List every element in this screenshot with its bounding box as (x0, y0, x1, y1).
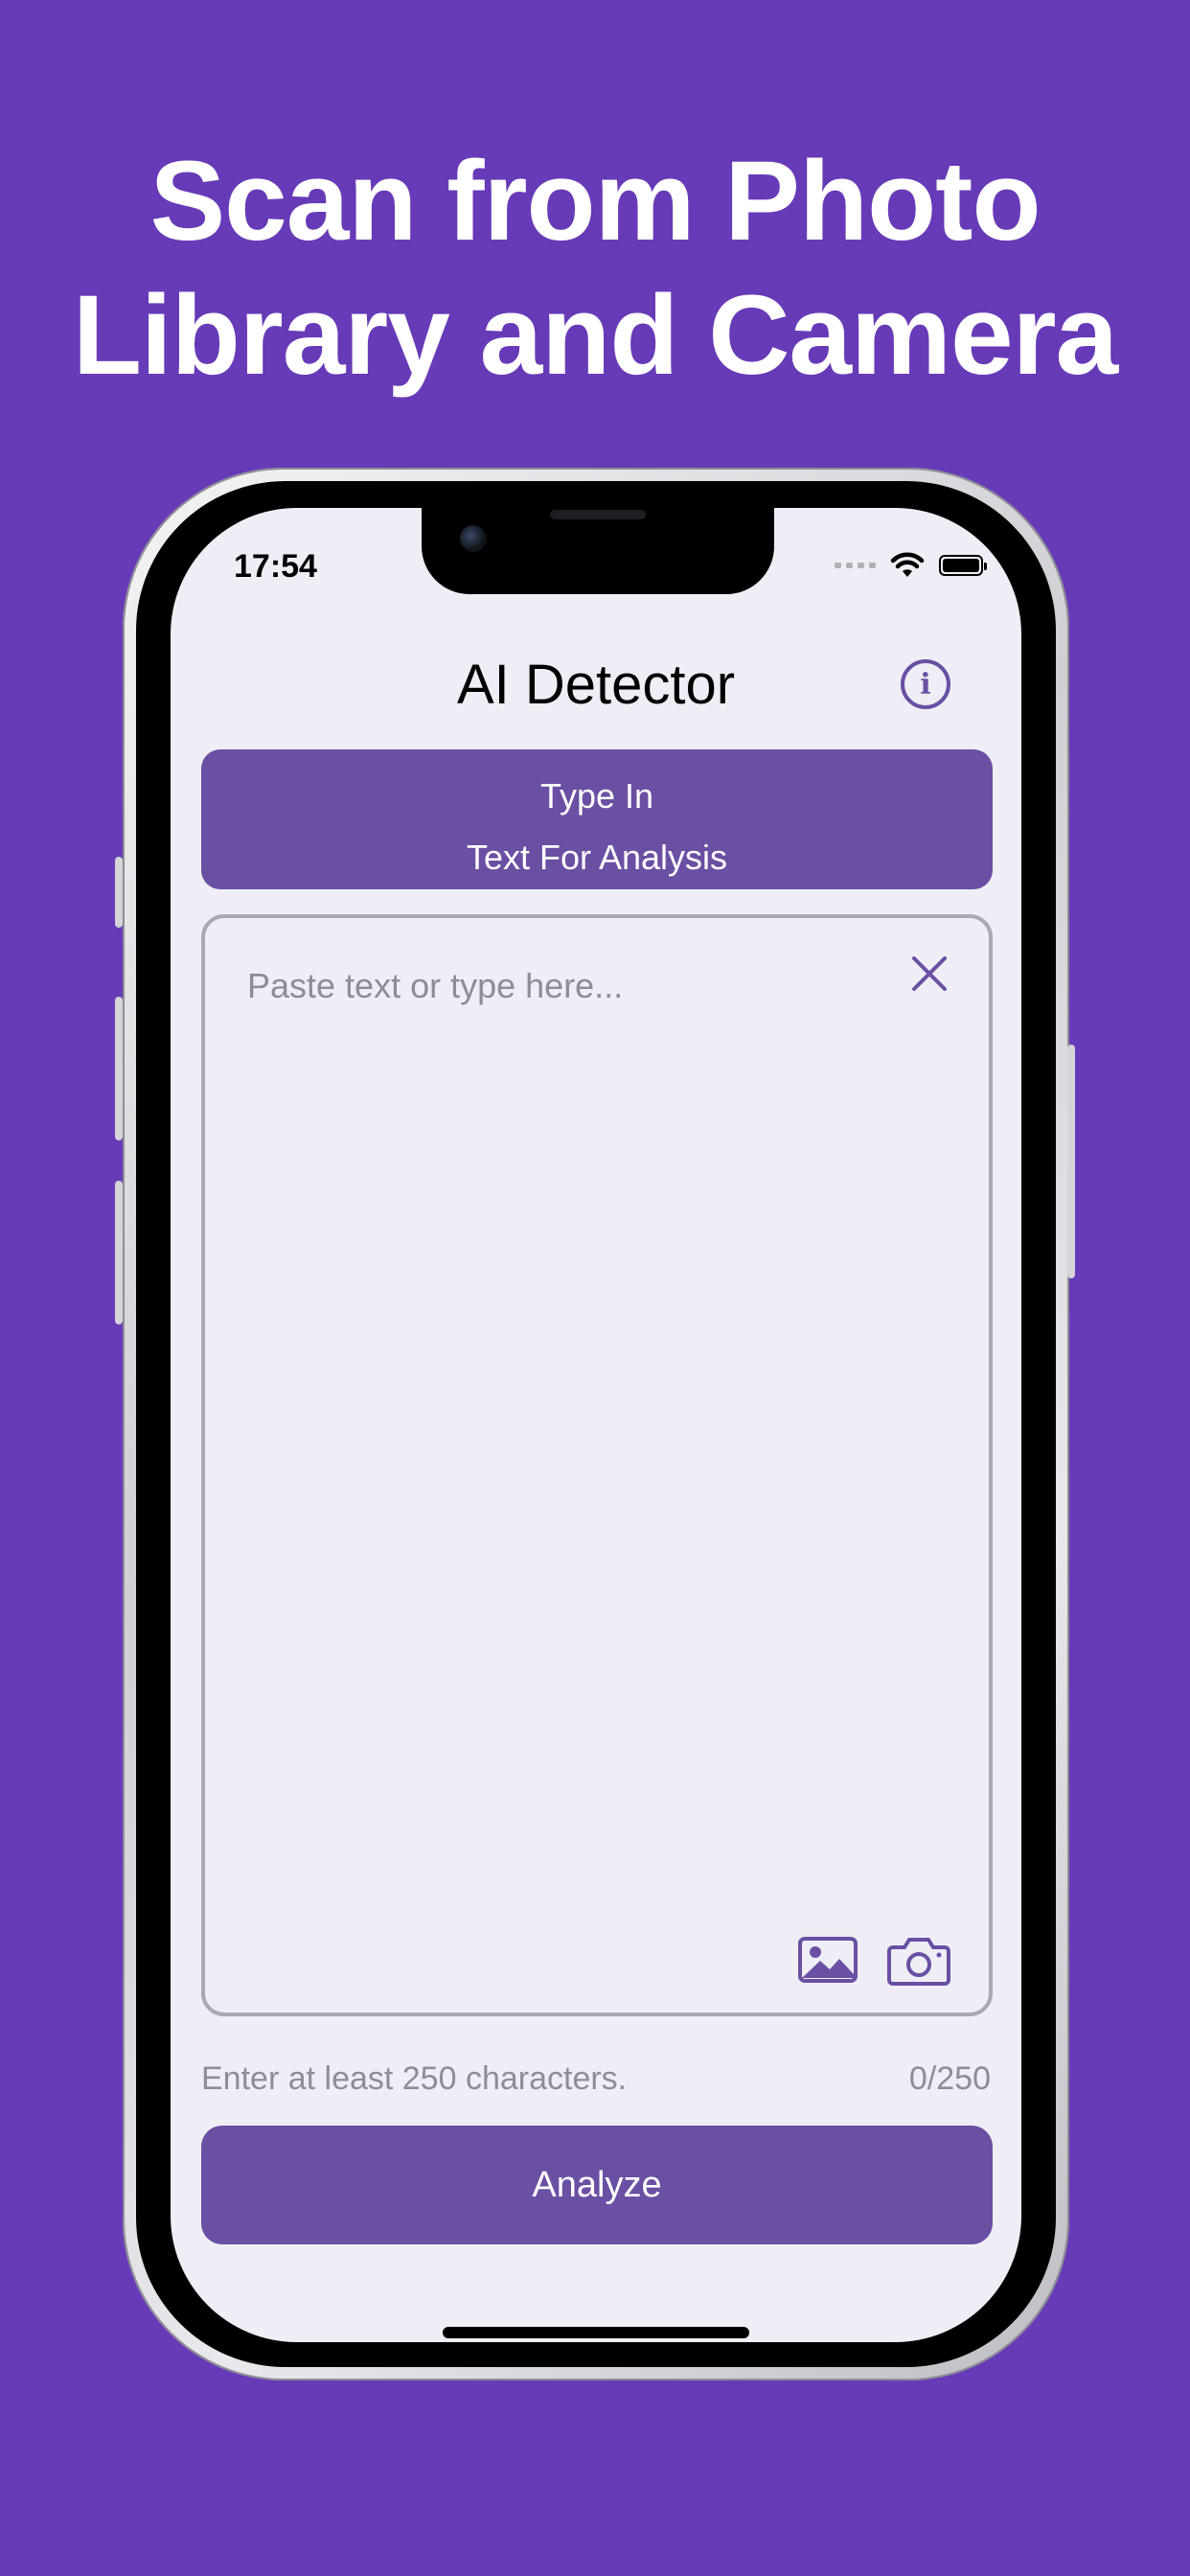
mode-banner-line-1: Type In (539, 776, 654, 816)
home-indicator[interactable] (443, 2327, 749, 2338)
wifi-icon (890, 552, 925, 577)
status-time: 17:54 (234, 548, 317, 585)
phone-volume-up (115, 997, 123, 1140)
phone-volume-down (115, 1181, 123, 1324)
page-title: AI Detector (456, 654, 736, 716)
earpiece-speaker (550, 510, 646, 519)
character-counter: 0/250 (908, 2060, 991, 2097)
character-hint: Enter at least 250 characters. (201, 2060, 628, 2097)
input-mode-banner[interactable]: Type In Text For Analysis (201, 749, 993, 889)
info-icon[interactable]: i (901, 659, 950, 709)
camera-icon[interactable] (887, 1934, 950, 1986)
phone-power-button (1067, 1045, 1075, 1278)
mode-banner-line-2: Text For Analysis (466, 838, 728, 877)
front-camera (460, 525, 487, 552)
promo-headline: Scan from Photo Library and Camera (0, 134, 1190, 402)
phone-mute-switch (115, 857, 123, 928)
photo-library-icon[interactable] (797, 1936, 858, 1984)
status-icons (835, 552, 987, 579)
headline-line-1: Scan from Photo (149, 138, 1041, 264)
battery-icon (939, 555, 987, 576)
close-icon[interactable] (906, 951, 952, 997)
cellular-signal-icon (835, 563, 876, 568)
app-screen: 17:54 AI Detector i Type In Text For Ana… (171, 508, 1021, 2342)
text-input-area[interactable]: Paste text or type here... (201, 914, 993, 2016)
headline-line-2: Library and Camera (72, 272, 1118, 399)
analyze-button[interactable]: Analyze (201, 2126, 993, 2244)
phone-notch (422, 508, 774, 594)
text-input-placeholder: Paste text or type here... (247, 966, 624, 1005)
